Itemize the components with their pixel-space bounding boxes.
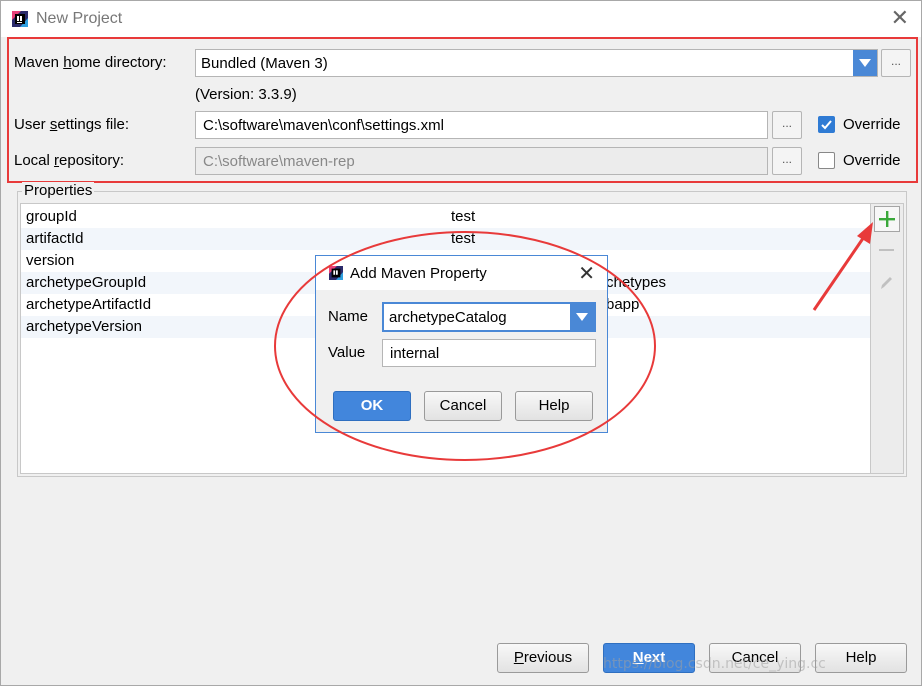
minus-icon xyxy=(879,249,894,251)
pencil-icon xyxy=(881,277,892,289)
local-repository-label: Local repository: xyxy=(14,152,125,169)
maven-version-text: (Version: 3.3.9) xyxy=(195,86,297,103)
properties-group-title: Properties xyxy=(22,182,95,199)
property-name-combo[interactable]: archetypeCatalog xyxy=(382,302,596,332)
user-settings-override-label: Override xyxy=(843,116,901,133)
intellij-app-icon xyxy=(329,266,343,280)
help-button[interactable]: Help xyxy=(815,643,907,673)
plus-icon xyxy=(879,211,895,227)
intellij-app-icon xyxy=(12,11,28,27)
chevron-down-icon[interactable] xyxy=(570,304,594,330)
property-name-value: archetypeCatalog xyxy=(389,309,507,326)
name-label: Name xyxy=(328,308,369,325)
local-repository-override-label: Override xyxy=(843,152,901,169)
user-settings-field[interactable]: C:\software\maven\conf\settings.xml xyxy=(195,111,768,139)
ok-button[interactable]: OK xyxy=(333,391,411,421)
local-repository-override-checkbox[interactable] xyxy=(818,152,835,169)
maven-home-value: Bundled (Maven 3) xyxy=(201,55,328,72)
dialog-close-button[interactable]: ✕ xyxy=(578,261,595,286)
local-repository-browse-button[interactable]: ... xyxy=(772,147,802,175)
dialog-cancel-button[interactable]: Cancel xyxy=(424,391,502,421)
add-property-button[interactable] xyxy=(874,206,900,232)
window-close-button[interactable]: ✕ xyxy=(891,7,909,29)
dialog-help-button[interactable]: Help xyxy=(515,391,593,421)
user-settings-browse-button[interactable]: ... xyxy=(772,111,802,139)
table-row[interactable]: groupId test xyxy=(21,206,870,228)
title-bar: New Project ✕ xyxy=(1,1,921,37)
edit-property-button[interactable] xyxy=(874,270,900,296)
chevron-down-icon[interactable] xyxy=(853,50,877,76)
remove-property-button[interactable] xyxy=(874,238,900,264)
user-settings-override-checkbox[interactable] xyxy=(818,116,835,133)
local-repository-field[interactable]: C:\software\maven-rep xyxy=(195,147,768,175)
properties-toolbar xyxy=(871,203,904,474)
table-row[interactable]: artifactId test xyxy=(21,228,870,250)
previous-button[interactable]: Previous xyxy=(497,643,589,673)
dialog-title-bar: Add Maven Property ✕ xyxy=(316,256,607,290)
property-value-field[interactable]: internal xyxy=(382,339,596,367)
add-maven-property-dialog: Add Maven Property ✕ Name archetypeCatal… xyxy=(315,255,608,433)
maven-home-label: Maven home directory: xyxy=(14,54,167,71)
window-title: New Project xyxy=(36,10,123,27)
value-label: Value xyxy=(328,344,366,361)
dialog-title: Add Maven Property xyxy=(350,265,487,282)
user-settings-label: User settings file: xyxy=(14,116,130,133)
maven-home-combo[interactable]: Bundled (Maven 3) xyxy=(195,49,878,77)
checkmark-icon xyxy=(821,120,832,130)
watermark: https://blog.csdn.net/ce_ying.cc xyxy=(603,656,826,672)
new-project-window: New Project ✕ Maven home directory: Bund… xyxy=(0,0,922,686)
maven-home-browse-button[interactable]: ... xyxy=(881,49,911,77)
